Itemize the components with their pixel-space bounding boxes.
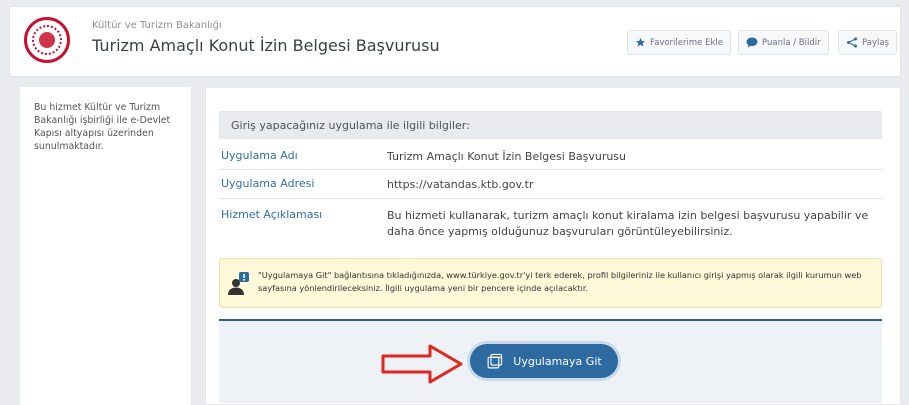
redirect-notice: "Uygulamaya Git" bağlantısına tıkladığın… [219, 258, 882, 308]
add-favorite-label: Favorilerime Ekle [650, 37, 723, 48]
share-button[interactable]: Paylaş [838, 30, 897, 55]
share-icon [847, 37, 857, 48]
sidebar-description: Bu hizmet Kültür ve Turizm Bakanlığı işb… [34, 102, 171, 152]
info-heading: Giriş yapacağınız uygulama ile ilgili bi… [219, 111, 882, 139]
main-panel: Giriş yapacağınız uygulama ile ilgili bi… [205, 87, 901, 405]
star-icon [635, 37, 646, 47]
user-info-icon [228, 272, 249, 295]
app-name-label: Uygulama Adı [221, 149, 298, 162]
share-label: Paylaş [862, 37, 889, 48]
ministry-logo [24, 17, 70, 63]
redirect-notice-text: "Uygulamaya Git" bağlantısına tıkladığın… [258, 270, 862, 293]
add-favorite-button[interactable]: Favorilerime Ekle [627, 30, 731, 55]
info-row-app-address: Uygulama Adresi https://vatandas.ktb.gov… [219, 172, 882, 199]
logo-core [39, 32, 55, 48]
speech-bubble-icon [746, 37, 758, 48]
app-name-value: Turizm Amaçlı Konut İzin Belgesi Başvuru… [387, 150, 627, 163]
red-arrow-icon [381, 344, 463, 384]
app-address-value: https://vatandas.ktb.gov.tr [387, 178, 534, 191]
page-title: Turizm Amaçlı Konut İzin Belgesi Başvuru… [92, 36, 440, 55]
rate-report-label: Puanla / Bildir [762, 37, 821, 48]
go-to-application-label: Uygulamaya Git [513, 354, 602, 368]
external-window-icon [487, 353, 503, 368]
service-description-value: Bu hizmeti kullanarak, turizm amaçlı kon… [387, 209, 869, 238]
go-to-application-button[interactable]: Uygulamaya Git [470, 344, 618, 378]
go-action-area: Uygulamaya Git [219, 319, 882, 403]
info-row-app-name: Uygulama Adı Turizm Amaçlı Konut İzin Be… [219, 144, 882, 170]
ministry-name[interactable]: Kültür ve Turizm Bakanlığı [92, 20, 222, 31]
app-address-label: Uygulama Adresi [221, 177, 315, 190]
rate-report-button[interactable]: Puanla / Bildir [738, 30, 829, 55]
service-header: Kültür ve Turizm Bakanlığı Turizm Amaçlı… [9, 6, 901, 77]
service-description-label: Hizmet Açıklaması [221, 208, 323, 221]
info-row-service-description: Hizmet Açıklaması Bu hizmeti kullanarak,… [219, 203, 882, 248]
service-info-sidebar: Bu hizmet Kültür ve Turizm Bakanlığı işb… [20, 87, 192, 405]
